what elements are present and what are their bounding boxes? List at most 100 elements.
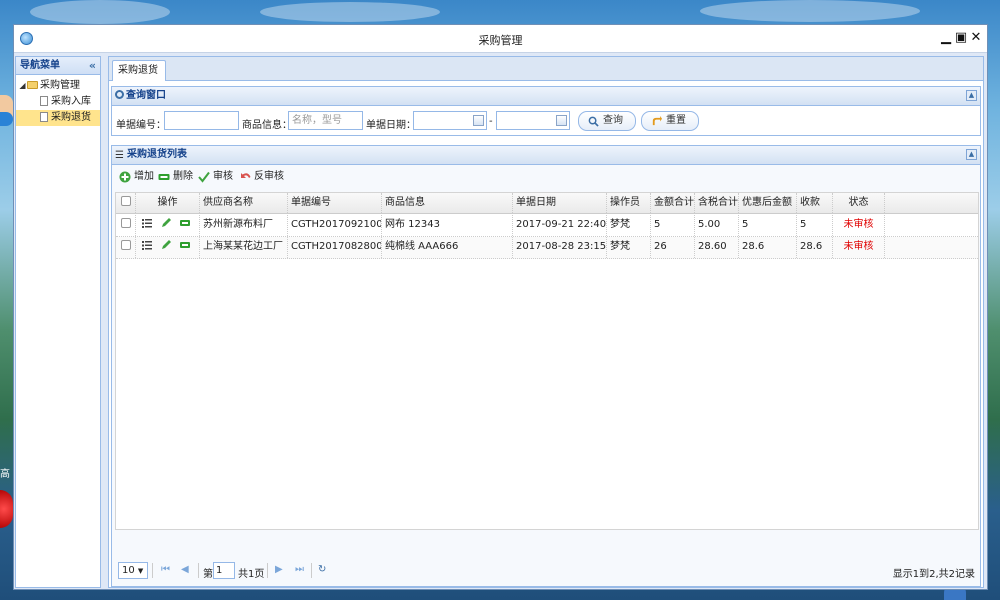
table-row[interactable]: 上海某某花边工厂 CGTH201708280001 纯棉线 AAA666 201… [116, 237, 978, 259]
delete-row-icon[interactable] [180, 240, 190, 250]
delete-row-icon[interactable] [180, 218, 190, 228]
sidebar: 导航菜单 « ◢ 采购管理 采购入库 采购退货 [15, 56, 101, 588]
details-list-icon[interactable] [142, 240, 152, 250]
grid-toolbar: 增加 删除 审核 反审核 [112, 165, 980, 190]
pager: 10 ▼ ⏮ ◀ 第 1 共1页 ▶ ⏭ ↻ 显示1到2,共2记录 [115, 560, 979, 582]
minimize-button[interactable]: ▁ [939, 30, 953, 46]
row-actions [136, 215, 200, 236]
delete-icon [158, 174, 170, 180]
col-header-operator[interactable]: 操作员 [607, 193, 651, 213]
page-size-value: 10 [122, 565, 135, 576]
desktop-power-icon[interactable] [0, 490, 13, 528]
cell-date: 2017-09-21 22:40:38 [513, 215, 607, 236]
status-badge: 未审核 [833, 237, 885, 258]
cell-tax-total: 5.00 [695, 215, 739, 236]
table-row[interactable]: 苏州新源布料厂 CGTH201709210001 网布 12343 2017-0… [116, 215, 978, 237]
tree-node-purchase-management[interactable]: ◢ 采购管理 [16, 78, 100, 94]
tab-purchase-return[interactable]: 采购退货x [112, 60, 166, 95]
background-cloud [700, 0, 920, 22]
col-header-discounted[interactable]: 优惠后金额 [739, 193, 797, 213]
add-button-label: 增加 [134, 171, 154, 182]
order-no-input[interactable] [164, 111, 239, 130]
main-content: 采购退货x 查询窗口 ▲ 单据编号： 商品信息： 名称，型号 单据日期： - 查… [108, 56, 984, 588]
nav-tree: ◢ 采购管理 采购入库 采购退货 [16, 75, 100, 126]
date-separator: - [489, 116, 493, 127]
unapprove-button[interactable]: 反审核 [239, 171, 284, 183]
next-page-icon[interactable]: ▶ [275, 564, 283, 575]
collapse-query-panel-icon[interactable]: ▲ [966, 90, 977, 101]
reset-button[interactable]: 重置 [641, 111, 699, 131]
select-all-checkbox-cell[interactable] [116, 193, 136, 213]
col-header-status[interactable]: 状态 [833, 193, 885, 213]
tab-label: 采购退货 [118, 65, 158, 76]
col-header-date[interactable]: 单据日期 [513, 193, 607, 213]
list-panel-title: 采购退货列表 [127, 149, 187, 160]
tab-strip: 采购退货x [109, 57, 983, 95]
col-header-tax-total[interactable]: 含税合计 [695, 193, 739, 213]
page-size-select[interactable]: 10 ▼ [118, 562, 148, 579]
order-date-label: 单据日期： [366, 120, 416, 131]
date-to-input[interactable] [496, 111, 570, 130]
pager-summary: 显示1到2,共2记录 [892, 569, 975, 580]
checkmark-icon [198, 171, 210, 183]
product-info-input[interactable]: 名称，型号 [288, 111, 363, 130]
prev-page-icon[interactable]: ◀ [181, 564, 189, 575]
undo-arrow-icon [652, 116, 662, 126]
delete-button[interactable]: 删除 [158, 171, 193, 183]
col-header-received[interactable]: 收款 [797, 193, 833, 213]
last-page-icon[interactable]: ⏭ [295, 564, 304, 575]
row-checkbox-cell[interactable] [116, 215, 136, 236]
close-button[interactable]: ✕ [969, 30, 983, 46]
delete-button-label: 删除 [173, 171, 193, 182]
details-list-icon[interactable] [142, 218, 152, 228]
date-from-input[interactable] [413, 111, 487, 130]
sidebar-header: 导航菜单 « [16, 57, 100, 75]
cell-amount: 26 [651, 237, 695, 258]
row-checkbox[interactable] [120, 240, 131, 250]
edit-pencil-icon[interactable] [161, 218, 171, 228]
col-header-order-no[interactable]: 单据编号 [288, 193, 382, 213]
col-header-product[interactable]: 商品信息 [382, 193, 513, 213]
add-button[interactable]: 增加 [119, 171, 154, 183]
maximize-button[interactable]: ▣ [954, 30, 968, 46]
calendar-icon[interactable] [556, 115, 567, 126]
approve-button-label: 审核 [213, 171, 233, 182]
search-button-label: 查询 [603, 115, 623, 126]
cell-product: 纯棉线 AAA666 [382, 237, 513, 258]
tree-node-purchase-inbound[interactable]: 采购入库 [16, 94, 100, 110]
collapse-list-panel-icon[interactable]: ▲ [966, 149, 977, 160]
expand-triangle-icon[interactable]: ◢ [18, 78, 27, 94]
edit-pencil-icon[interactable] [161, 240, 171, 250]
select-all-checkbox[interactable] [120, 196, 131, 206]
cell-date: 2017-08-28 23:15:21 [513, 237, 607, 258]
desktop-info-icon[interactable] [0, 112, 13, 126]
cell-order-no: CGTH201708280001 [288, 237, 382, 258]
sidebar-title: 导航菜单 [20, 60, 60, 71]
search-button[interactable]: 查询 [578, 111, 636, 131]
calendar-icon[interactable] [473, 115, 484, 126]
tree-node-purchase-return[interactable]: 采购退货 [16, 110, 100, 126]
collapse-sidebar-icon[interactable]: « [89, 57, 96, 75]
query-panel-body: 单据编号： 商品信息： 名称，型号 单据日期： - 查询 重置 [111, 106, 981, 136]
col-header-supplier[interactable]: 供应商名称 [200, 193, 288, 213]
page-total-label: 共1页 [238, 569, 265, 580]
page-number-input[interactable]: 1 [213, 562, 235, 579]
background-cloud [260, 2, 440, 22]
cell-discounted: 28.6 [739, 237, 797, 258]
row-checkbox-cell[interactable] [116, 237, 136, 258]
search-icon [115, 90, 124, 99]
col-header-amount[interactable]: 金额合计 [651, 193, 695, 213]
add-icon [119, 171, 131, 183]
first-page-icon[interactable]: ⏮ [161, 564, 170, 575]
pager-divider [267, 563, 268, 578]
row-checkbox[interactable] [120, 218, 131, 228]
cell-operator: 梦梵 [607, 215, 651, 236]
order-no-label: 单据编号： [116, 120, 166, 131]
pager-divider [311, 563, 312, 578]
tree-node-label: 采购退货 [51, 112, 91, 123]
tree-node-label: 采购管理 [40, 80, 80, 91]
approve-button[interactable]: 审核 [198, 171, 233, 183]
refresh-icon[interactable]: ↻ [318, 564, 326, 575]
document-icon [40, 112, 48, 122]
cell-tax-total: 28.60 [695, 237, 739, 258]
